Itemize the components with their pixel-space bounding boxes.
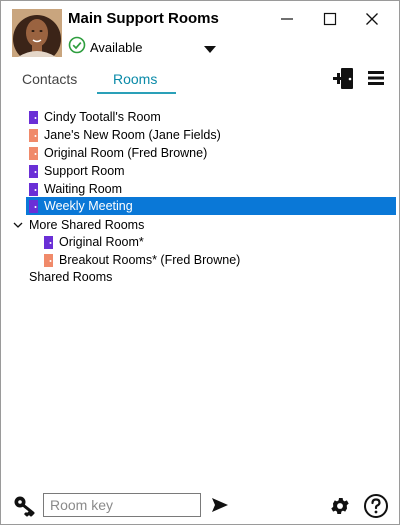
chevron-down-icon[interactable] [204, 41, 216, 59]
room-label: Original Room* [59, 235, 144, 249]
room-door-icon [29, 110, 38, 124]
main-support-window: Main Support Rooms Available Contacts Ro… [0, 0, 400, 525]
avatar[interactable] [12, 9, 62, 57]
send-icon[interactable] [211, 497, 229, 518]
room-door-icon [29, 199, 38, 213]
room-item[interactable]: Support Room [29, 162, 125, 180]
menu-icon[interactable] [367, 69, 385, 92]
room-label: Weekly Meeting [44, 199, 133, 213]
tab-rooms[interactable]: Rooms [113, 71, 157, 91]
room-item[interactable]: Original Room* [44, 233, 144, 251]
group-label: More Shared Rooms [29, 218, 145, 232]
window-title: Main Support Rooms [68, 10, 219, 27]
close-button[interactable] [362, 9, 382, 29]
room-door-icon [44, 235, 53, 249]
minimize-button[interactable] [277, 9, 297, 29]
room-door-icon [44, 253, 53, 267]
key-icon[interactable] [13, 495, 37, 522]
add-room-icon[interactable] [332, 67, 356, 96]
room-door-icon [29, 146, 38, 160]
maximize-button[interactable] [320, 9, 340, 29]
room-door-icon [29, 128, 38, 142]
room-item[interactable]: Waiting Room [29, 180, 122, 198]
room-label: Cindy Tootall's Room [44, 110, 161, 124]
room-key-input[interactable] [43, 493, 201, 517]
room-item[interactable]: Jane's New Room (Jane Fields) [29, 126, 221, 144]
group-more-shared-rooms[interactable]: More Shared Rooms [13, 216, 144, 234]
help-icon[interactable] [363, 493, 389, 524]
group-label: Shared Rooms [29, 270, 113, 284]
status-label: Available [90, 39, 143, 55]
tab-contacts[interactable]: Contacts [22, 71, 77, 91]
room-label: Original Room (Fred Browne) [44, 146, 208, 160]
room-door-icon [29, 182, 38, 196]
room-label: Support Room [44, 164, 125, 178]
status-selector[interactable]: Available [68, 36, 216, 59]
room-item-selected[interactable]: Weekly Meeting [26, 197, 396, 215]
chevron-down-icon[interactable] [13, 221, 23, 229]
check-circle-icon [68, 36, 86, 59]
group-shared-rooms[interactable]: Shared Rooms [29, 268, 112, 286]
room-label: Jane's New Room (Jane Fields) [44, 128, 221, 142]
gear-icon[interactable] [329, 495, 351, 522]
room-item[interactable]: Cindy Tootall's Room [29, 108, 161, 126]
room-item[interactable]: Original Room (Fred Browne) [29, 144, 207, 162]
room-label: Breakout Rooms* (Fred Browne) [59, 253, 241, 267]
active-tab-indicator [97, 92, 176, 94]
room-label: Waiting Room [44, 182, 123, 196]
room-item[interactable]: Breakout Rooms* (Fred Browne) [44, 251, 240, 269]
room-door-icon [29, 164, 38, 178]
